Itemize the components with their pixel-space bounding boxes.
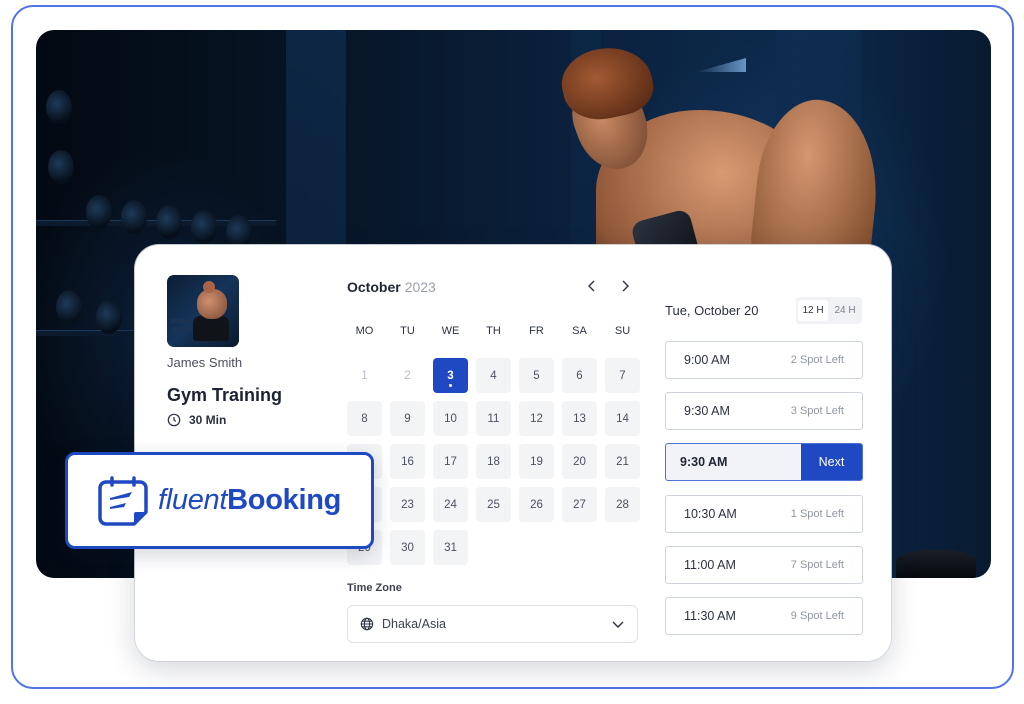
year: 2023 — [404, 279, 436, 295]
format-24h-button[interactable]: 24 H — [830, 300, 860, 321]
calendar-day[interactable]: 5 — [519, 358, 554, 393]
selected-date-label: Tue, October 20 — [665, 303, 759, 318]
chevron-left-icon — [588, 280, 595, 292]
calendar-day[interactable]: 14 — [605, 401, 640, 436]
calendar-day[interactable]: 18 — [476, 444, 511, 479]
duration-text: 30 Min — [189, 413, 227, 427]
weekday: MO — [355, 325, 374, 337]
dumbbell — [48, 150, 74, 184]
slot-time: 10:30 AM — [684, 506, 737, 521]
slot-availability: 9 Spot Left — [790, 609, 844, 622]
weekday: TU — [400, 325, 415, 337]
calendar-day[interactable]: 19 — [519, 444, 554, 479]
timezone-value: Dhaka/Asia — [382, 617, 446, 631]
event-duration: 30 Min — [167, 413, 226, 427]
calendar-day[interactable]: 11 — [476, 401, 511, 436]
calendar-day[interactable]: 17 — [433, 444, 468, 479]
brand-name-bold: Booking — [227, 484, 342, 516]
slot-time: 9:30 AM — [684, 404, 730, 419]
calendar-day[interactable]: 4 — [476, 358, 511, 393]
month-name: October — [347, 279, 401, 295]
time-slot[interactable]: 11:30 AM 9 Spot Left — [665, 596, 863, 635]
slot-availability: 2 Spot Left — [790, 354, 844, 366]
time-slot[interactable]: 10:30 AM 1 Spot Left — [665, 494, 863, 533]
calendar-day[interactable]: 31 — [433, 530, 468, 565]
calendar-day[interactable]: 9 — [390, 401, 425, 436]
weekday: FR — [529, 325, 544, 337]
calendar-day-selected[interactable]: 3 — [433, 358, 468, 393]
calendar-day[interactable]: 12 — [519, 401, 554, 436]
clock-icon — [167, 413, 181, 427]
globe-icon — [360, 617, 374, 631]
dumbbell — [156, 205, 182, 239]
event-title: Gym Training — [167, 385, 283, 405]
calendar-day[interactable]: 30 — [390, 530, 425, 565]
dumbbell — [46, 90, 72, 124]
chevron-right-icon — [622, 280, 629, 292]
weekday: TH — [486, 325, 501, 337]
brand-name: fluentBooking — [158, 484, 341, 517]
dumbbell — [121, 200, 147, 234]
prev-month-button[interactable] — [583, 277, 601, 295]
calendar-day[interactable]: 27 — [562, 487, 597, 522]
calendar-day: 1 — [361, 369, 368, 382]
slot-availability: 3 Spot Left — [790, 405, 844, 418]
calendar-day[interactable]: 6 — [562, 358, 597, 393]
time-slot-selected[interactable]: 9:30 AM Next — [665, 443, 863, 482]
slot-availability: 1 Spot Left — [790, 507, 844, 520]
calendar-day[interactable]: 28 — [605, 487, 640, 522]
calendar-day[interactable]: 23 — [390, 487, 425, 522]
slot-time: 9:00 AM — [684, 353, 730, 367]
calendar-day[interactable]: 21 — [605, 444, 640, 479]
slot-availability: 7 Spot Left — [790, 558, 844, 571]
slot-time: 9:30 AM — [680, 455, 728, 470]
time-slot-list: 9:00 AM 2 Spot Left 9:30 AM 3 Spot Left 9:30… — [665, 341, 863, 648]
host-photo — [167, 275, 239, 347]
dumbbell — [86, 195, 112, 229]
weekday-header: MO TU WE TH FR SA SU — [347, 325, 640, 337]
time-format-toggle: 12 H 24 H — [796, 297, 862, 324]
next-month-button[interactable] — [616, 277, 634, 295]
slot-time: 11:30 AM — [684, 608, 736, 623]
host-name: James Smith — [167, 355, 243, 370]
timezone-select[interactable]: Dhaka/Asia — [347, 605, 638, 643]
timezone-label: Time Zone — [347, 582, 402, 594]
weekday: SA — [572, 325, 587, 337]
calendar-days: 1234567891011121314151617181920212223242… — [347, 358, 640, 565]
calendar-day[interactable]: 26 — [519, 487, 554, 522]
time-slot[interactable]: 9:00 AM 2 Spot Left — [665, 341, 863, 379]
time-slot[interactable]: 11:00 AM 7 Spot Left — [665, 545, 863, 584]
month-label: October 2023 — [347, 279, 436, 295]
weekday: WE — [441, 325, 460, 337]
dumbbell — [96, 300, 122, 334]
calendar-logo-icon — [98, 475, 148, 526]
dumbbell — [191, 210, 217, 244]
calendar-day: 2 — [404, 369, 411, 382]
brand-name-light: fluent — [158, 484, 228, 516]
brand-logo: fluentBooking — [65, 452, 374, 549]
calendar-day[interactable]: 13 — [562, 401, 597, 436]
dumbbell — [226, 215, 252, 249]
calendar-day[interactable]: 16 — [390, 444, 425, 479]
calendar-day[interactable]: 8 — [347, 401, 382, 436]
calendar-day[interactable]: 7 — [605, 358, 640, 393]
next-button[interactable]: Next — [801, 444, 862, 481]
calendar-day[interactable]: 10 — [433, 401, 468, 436]
weekday: SU — [614, 325, 631, 337]
calendar-day[interactable]: 20 — [562, 444, 597, 479]
shoe — [896, 550, 976, 578]
calendar-day[interactable]: 25 — [476, 487, 511, 522]
calendar-day[interactable]: 24 — [433, 487, 468, 522]
dumbbell — [56, 290, 82, 324]
time-slot[interactable]: 9:30 AM 3 Spot Left — [665, 392, 863, 431]
chevron-down-icon — [612, 621, 624, 628]
format-12h-button[interactable]: 12 H — [798, 300, 828, 321]
slot-time: 11:00 AM — [684, 557, 736, 572]
